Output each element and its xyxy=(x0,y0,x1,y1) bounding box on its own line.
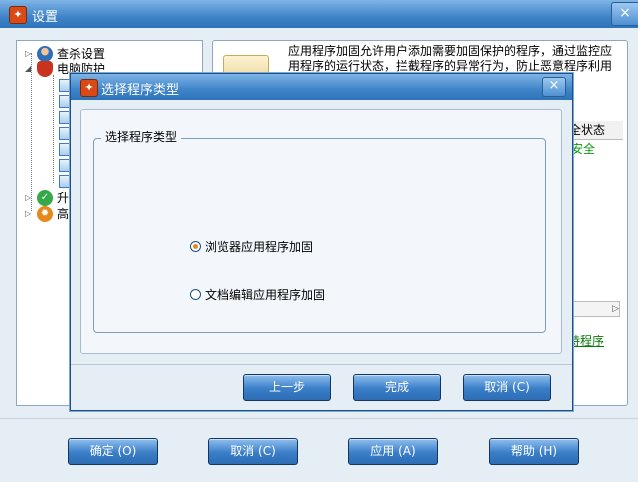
program-link[interactable]: 持程序 xyxy=(568,332,604,349)
dialog-titlebar: ✦ 选择程序类型 × xyxy=(71,74,572,100)
dialog-divider xyxy=(71,364,572,365)
status-column-header[interactable]: 全状态 xyxy=(568,121,623,140)
window-title: 设置 xyxy=(32,10,59,25)
dialog-close-button[interactable]: × xyxy=(542,77,566,97)
select-program-type-dialog: ✦ 选择程序类型 × 选择程序类型 浏览器应用程序加固 文档编辑应用程序加固 上… xyxy=(70,73,573,411)
check-icon: ✓ xyxy=(37,189,53,206)
finish-button[interactable]: 完成 xyxy=(353,374,441,401)
dialog-cancel-button[interactable]: 取消 (C) xyxy=(463,374,551,401)
horizontal-scrollbar[interactable]: ▷ xyxy=(568,301,620,317)
expand-icon[interactable]: ▷ xyxy=(25,209,35,218)
option-document-hardening[interactable]: 文档编辑应用程序加固 xyxy=(190,286,325,303)
apply-button[interactable]: 应用 (A) xyxy=(348,438,438,465)
dialog-content: 选择程序类型 浏览器应用程序加固 文档编辑应用程序加固 xyxy=(80,109,562,354)
prev-step-button[interactable]: 上一步 xyxy=(243,374,331,401)
tree-item-advanced[interactable]: ▷ ✹ 高 xyxy=(25,205,69,222)
app-logo-icon: ✦ xyxy=(9,6,27,24)
collapse-icon[interactable]: ◢ xyxy=(25,64,35,73)
radio-unselected-icon[interactable] xyxy=(190,289,201,300)
program-type-group xyxy=(93,138,546,333)
expand-icon[interactable]: ▷ xyxy=(25,49,35,58)
tree-item-upgrade[interactable]: ▷ ✓ 升 xyxy=(25,189,69,206)
dialog-title: 选择程序类型 xyxy=(101,83,180,98)
footer-bar: 确定 (O) 取消 (C) 应用 (A) 帮助 (H) xyxy=(0,418,638,482)
ok-button[interactable]: 确定 (O) xyxy=(68,438,158,465)
tree-item-label: 升 xyxy=(57,191,70,205)
help-button[interactable]: 帮助 (H) xyxy=(489,438,579,465)
option-browser-hardening[interactable]: 浏览器应用程序加固 xyxy=(190,238,313,255)
app-logo-icon: ✦ xyxy=(80,79,98,97)
group-label: 选择程序类型 xyxy=(101,128,182,145)
cancel-button[interactable]: 取消 (C) xyxy=(208,438,298,465)
tree-item-label: 高 xyxy=(57,207,70,221)
shield-icon xyxy=(37,60,53,77)
status-cell: 安全 xyxy=(571,142,596,156)
gear-icon: ✹ xyxy=(37,205,53,222)
expand-icon[interactable]: ▷ xyxy=(25,193,35,202)
option-label: 文档编辑应用程序加固 xyxy=(205,288,326,302)
radio-selected-icon[interactable] xyxy=(190,241,201,252)
option-label: 浏览器应用程序加固 xyxy=(205,240,314,254)
window-close-button[interactable]: × xyxy=(611,2,638,26)
settings-titlebar: ✦ 设置 × xyxy=(0,0,638,28)
